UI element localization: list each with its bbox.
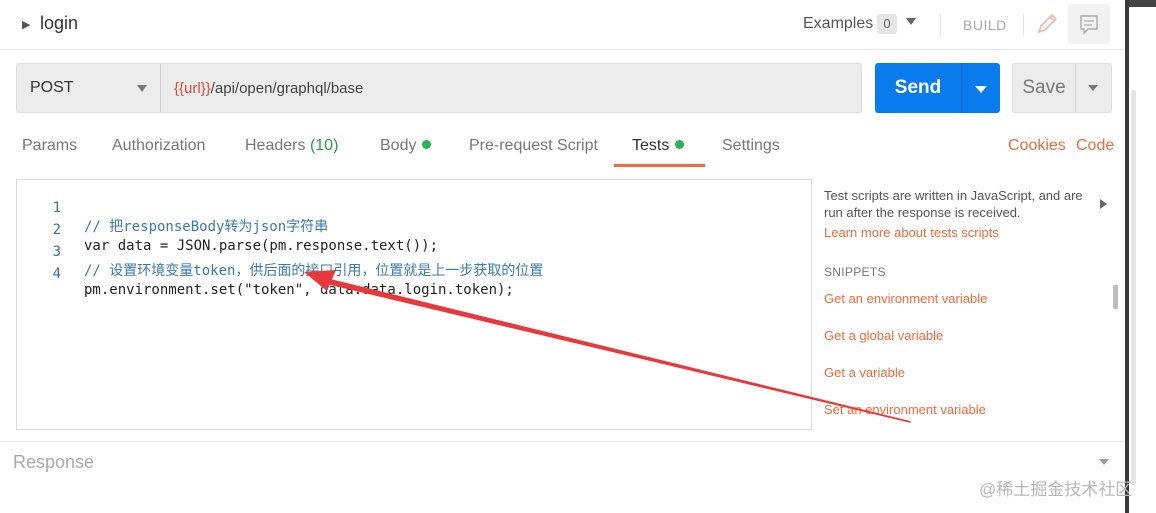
- request-header: ▶ login Examples 0 BUILD: [0, 0, 1125, 50]
- divider: [940, 14, 941, 36]
- tab-headers-label: Headers: [245, 137, 306, 154]
- send-label: Send: [894, 77, 942, 98]
- active-tab-indicator: [614, 164, 705, 167]
- window-edge: [1125, 0, 1156, 513]
- window-border: [1125, 0, 1129, 513]
- test-script-editor[interactable]: 1 // 把responseBody转为json字符串 2 var data =…: [16, 179, 812, 430]
- tab-params[interactable]: Params: [22, 137, 77, 155]
- examples-label[interactable]: Examples: [803, 15, 873, 33]
- status-dot-icon: [675, 140, 685, 149]
- code-link[interactable]: Code: [1076, 137, 1114, 155]
- url-path: /api/open/graphql/base: [210, 80, 364, 97]
- method-select[interactable]: POST: [16, 63, 161, 113]
- examples-count-badge: 0: [877, 14, 897, 34]
- chevron-down-icon: [137, 85, 147, 92]
- tab-headers[interactable]: Headers (10): [245, 137, 338, 155]
- code-line: 3 // 设置环境变量token，供后面的接口引用，位置就是上一步获取的位置: [17, 228, 797, 279]
- tab-settings[interactable]: Settings: [722, 137, 780, 155]
- window-topbar: [1129, 0, 1156, 7]
- comments-button[interactable]: [1068, 4, 1110, 44]
- response-heading[interactable]: Response: [13, 452, 94, 473]
- tab-tests-label: Tests: [632, 137, 670, 154]
- url-text: {{url}}/api/open/graphql/base: [174, 80, 363, 97]
- send-button[interactable]: Send: [875, 63, 1000, 113]
- window-scrollbar[interactable]: [1131, 90, 1136, 485]
- watermark: @稀土掘金技术社区: [979, 480, 1133, 499]
- headers-count: (10): [309, 137, 339, 154]
- tab-tests[interactable]: Tests: [632, 137, 685, 155]
- tab-body[interactable]: Body: [380, 137, 432, 155]
- collapse-caret-icon[interactable]: ▶: [22, 18, 30, 31]
- pencil-icon: [1037, 13, 1058, 34]
- line-number: 4: [52, 266, 61, 282]
- divider: [1023, 14, 1024, 36]
- divider: [1075, 64, 1076, 112]
- cookies-link[interactable]: Cookies: [1008, 137, 1066, 155]
- learn-more-link[interactable]: Learn more about tests scripts: [824, 225, 999, 240]
- code-line: 2 var data = JSON.parse(pm.response.text…: [17, 206, 797, 254]
- save-button[interactable]: Save: [1012, 63, 1112, 113]
- edit-button[interactable]: [1030, 6, 1064, 42]
- collapse-panel-icon[interactable]: [1100, 199, 1107, 209]
- send-options-icon[interactable]: [975, 86, 987, 93]
- build-button[interactable]: BUILD: [963, 17, 1007, 33]
- chevron-down-icon[interactable]: [1099, 459, 1109, 465]
- divider: [0, 441, 1125, 442]
- tab-body-label: Body: [380, 137, 417, 154]
- save-options-icon[interactable]: [1088, 85, 1098, 91]
- snippet-link[interactable]: Set an environment variable: [824, 402, 986, 417]
- snippet-link[interactable]: Get an environment variable: [824, 291, 987, 306]
- examples-dropdown-icon[interactable]: [906, 18, 916, 25]
- snippet-link[interactable]: Get a global variable: [824, 328, 943, 343]
- url-variable: {{url}}: [174, 80, 211, 97]
- comment-icon: [1080, 15, 1098, 35]
- snippets-panel: Test scripts are written in JavaScript, …: [812, 179, 1113, 430]
- panel-scrollbar[interactable]: [1113, 285, 1118, 309]
- snippet-link[interactable]: Get a variable: [824, 365, 905, 380]
- url-input[interactable]: {{url}}/api/open/graphql/base: [160, 63, 862, 113]
- code-line: 4 pm.environment.set("token", data.data.…: [17, 250, 797, 298]
- request-name[interactable]: login: [40, 13, 78, 34]
- method-label: POST: [30, 79, 74, 96]
- tab-authorization[interactable]: Authorization: [112, 137, 205, 155]
- status-dot-icon: [422, 140, 432, 149]
- panel-description: Test scripts are written in JavaScript, …: [824, 188, 1083, 220]
- snippets-heading: SNIPPETS: [824, 265, 886, 279]
- code-text: pm.environment.set("token", data.data.lo…: [84, 282, 514, 298]
- divider: [961, 63, 962, 113]
- tab-pre-request-script[interactable]: Pre-request Script: [469, 137, 598, 155]
- save-label: Save: [1022, 77, 1066, 98]
- code-line: 1 // 把responseBody转为json字符串: [17, 184, 797, 235]
